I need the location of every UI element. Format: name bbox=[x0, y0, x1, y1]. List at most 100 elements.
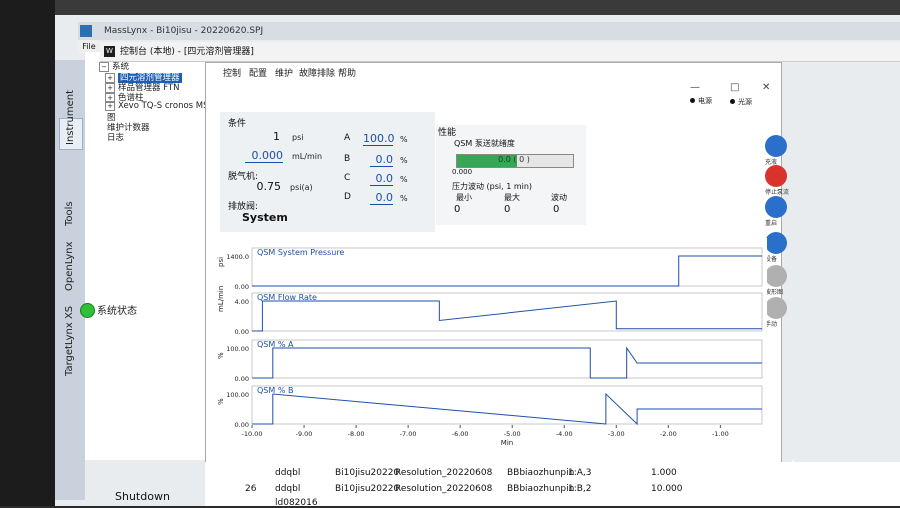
channel-b: B bbox=[344, 154, 351, 164]
channel-d: D bbox=[344, 192, 351, 202]
chart-ytick: 1400.0 bbox=[226, 253, 249, 261]
menu-troubleshoot[interactable]: 故障排除 bbox=[299, 66, 335, 79]
x-tick-label: -3.00 bbox=[608, 430, 625, 438]
tab-tools[interactable]: Tools bbox=[59, 200, 81, 230]
ripple-max-value: 0 bbox=[504, 204, 511, 215]
side-toolbar-label: 波形图 bbox=[765, 289, 784, 296]
row-no: 26 bbox=[245, 484, 257, 494]
x-tick-label: -4.00 bbox=[556, 430, 573, 438]
x-axis-label: Min bbox=[501, 439, 513, 447]
row-ms: BBbiaozhunpin bbox=[507, 484, 575, 494]
ripple-col-max: 最大 bbox=[504, 193, 520, 202]
photo-timestamp: 22.06.22 14:39 bbox=[752, 472, 837, 485]
chart-ytick: 4.00 bbox=[235, 298, 249, 306]
menu-config[interactable]: 配置 bbox=[249, 66, 267, 79]
maximize-button[interactable]: □ bbox=[730, 82, 739, 93]
performance-panel: 性能 QSM 泵送就绪度 0.000 压力波动 (psi, 1 min) 最小 … bbox=[436, 125, 586, 225]
degas-unit: psi(a) bbox=[290, 183, 313, 192]
row-vol: 1.000 bbox=[651, 468, 677, 478]
tab-targetlynx[interactable]: TargetLynx XS bbox=[59, 306, 81, 380]
minimize-button[interactable]: — bbox=[690, 82, 700, 93]
disabled-icon[interactable] bbox=[765, 265, 787, 287]
solvent-d-field[interactable]: 0.0 bbox=[370, 191, 393, 205]
purge-value: System bbox=[242, 211, 288, 224]
light-indicator: 光源 bbox=[730, 97, 752, 107]
channel-a: A bbox=[344, 133, 351, 143]
chart-ytick: 0.00 bbox=[235, 328, 249, 336]
row-method: Resolution_20220608 bbox=[395, 484, 493, 494]
readiness-label: QSM 泵送就绪度 bbox=[454, 139, 515, 148]
solvent-a-field[interactable]: 100.0 bbox=[363, 132, 395, 146]
row-name: ddqbl bbox=[275, 468, 301, 478]
disabled-icon[interactable] bbox=[765, 297, 787, 319]
app-icon bbox=[80, 25, 92, 37]
row-method: Resolution_20220608 bbox=[395, 468, 493, 478]
x-tick-label: -2.00 bbox=[660, 430, 677, 438]
chart-ytick: 0.00 bbox=[235, 283, 249, 291]
solvent-c-field[interactable]: 0.0 bbox=[370, 172, 393, 186]
tab-openlynx[interactable]: OpenLynx bbox=[59, 241, 81, 295]
menu-control[interactable]: 控制 bbox=[223, 66, 241, 79]
row-ms: BBbiaozhunpin bbox=[507, 468, 575, 478]
chart-ylabel: psi bbox=[217, 257, 225, 267]
monitor-bezel-left bbox=[0, 0, 55, 506]
power-dot-icon bbox=[690, 98, 695, 103]
menu-maintain[interactable]: 维护 bbox=[275, 66, 293, 79]
tree-item-log[interactable]: 日志 bbox=[107, 131, 124, 143]
status-pane bbox=[85, 300, 205, 460]
console-app-icon: W bbox=[104, 46, 115, 57]
system-status-label[interactable]: 系统状态 bbox=[97, 302, 137, 317]
chart-ytick: 100.00 bbox=[226, 391, 249, 399]
row-vial: 1:A,3 bbox=[568, 468, 592, 478]
shutdown-label[interactable]: Shutdown bbox=[115, 490, 170, 503]
ripple-ripple-value: 0 bbox=[553, 204, 560, 215]
close-button[interactable]: ✕ bbox=[762, 82, 770, 93]
ripple-col-min: 最小 bbox=[456, 193, 472, 202]
chart-ytick: 0.00 bbox=[235, 421, 249, 429]
x-tick-label: -10.00 bbox=[242, 430, 263, 438]
channel-c: C bbox=[344, 173, 351, 183]
chart-ylabel: % bbox=[217, 398, 225, 405]
x-tick-label: -9.00 bbox=[296, 430, 313, 438]
chart-panel-frame bbox=[251, 385, 763, 425]
ripple-min-value: 0 bbox=[454, 204, 461, 215]
solvent-c-unit: % bbox=[400, 175, 408, 184]
conditions-panel: 条件 1 psi 0.000 mL/min 脱气机: 0.75 psi(a) 排… bbox=[220, 112, 435, 232]
power-indicator: 电源 bbox=[690, 96, 712, 106]
ripple-label: 压力波动 (psi, 1 min) bbox=[452, 182, 533, 191]
solvent-b-field[interactable]: 0.0 bbox=[370, 153, 393, 167]
monitor-bezel-top bbox=[0, 0, 900, 15]
chart-ytick: 100.00 bbox=[226, 345, 249, 353]
row-name: ld082016 bbox=[275, 498, 318, 508]
side-toolbar-label: 重启 bbox=[765, 220, 778, 227]
conditions-heading: 条件 bbox=[228, 119, 247, 129]
chart-ylabel: mL/min bbox=[217, 286, 225, 312]
solvent-a-unit: % bbox=[400, 135, 408, 144]
x-tick-label: -7.00 bbox=[400, 430, 417, 438]
chart-panel-frame bbox=[251, 292, 763, 332]
light-label: 光源 bbox=[738, 98, 752, 106]
chart-ytick: 0.00 bbox=[235, 375, 249, 383]
row-file: Bi10jisu20220 bbox=[335, 484, 400, 494]
system-status-icon bbox=[80, 303, 95, 318]
prime-icon[interactable] bbox=[765, 135, 787, 157]
gauge-icon[interactable] bbox=[765, 232, 787, 254]
chart-title: QSM System Pressure bbox=[257, 248, 344, 257]
x-tick-label: -1.00 bbox=[712, 430, 729, 438]
x-tick-label: -5.00 bbox=[504, 430, 521, 438]
pressure-value: 1 bbox=[273, 130, 280, 143]
side-toolbar-label: 停止泵流 bbox=[765, 189, 790, 196]
ripple-col-ripple: 波动 bbox=[551, 193, 567, 202]
trend-charts-svg: QSM System Pressurepsi 1400.00.00QSM Flow… bbox=[217, 247, 763, 447]
console-titlebar: 控制台 (本地) - [四元溶剂管理器] bbox=[100, 42, 900, 62]
menu-help[interactable]: 帮助 bbox=[338, 66, 356, 79]
home-icon[interactable] bbox=[765, 196, 787, 218]
tab-instrument[interactable]: Instrument bbox=[59, 90, 83, 150]
chart-title: QSM % B bbox=[257, 386, 293, 395]
console-menubar: 控制 配置 维护 故障排除 帮助 bbox=[205, 66, 780, 82]
light-dot-icon bbox=[730, 99, 735, 104]
flow-rate-field[interactable]: 0.000 bbox=[245, 149, 283, 163]
stop-icon[interactable] bbox=[765, 165, 787, 187]
system-tree: − 系统 + 四元溶剂管理器 + 样品管理器 FTN + 色谱柱 + Xevo TQ-S … bbox=[85, 52, 226, 302]
app-titlebar: MassLynx - Bi10jisu - 20220620.SPJ bbox=[78, 22, 900, 40]
